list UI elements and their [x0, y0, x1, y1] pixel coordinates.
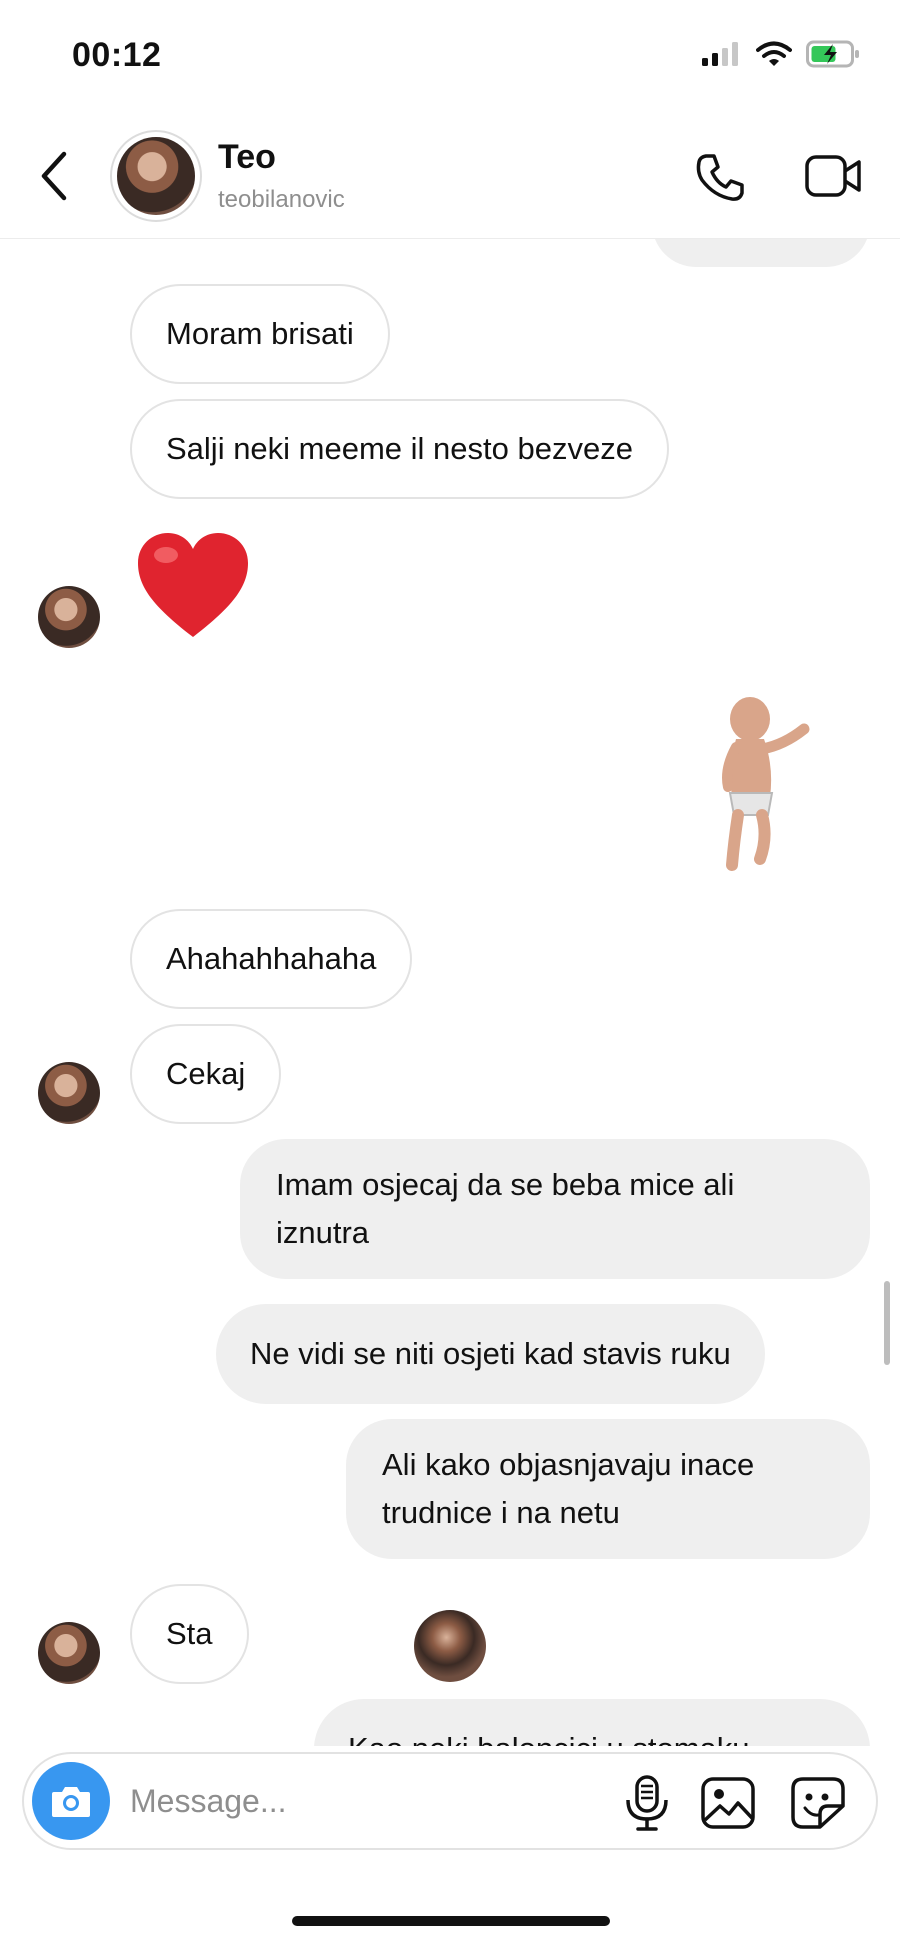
message-bubble[interactable]: Ahahahhahaha	[130, 909, 413, 1009]
wifi-icon	[756, 41, 792, 66]
signal-icon	[702, 42, 738, 66]
dancing-baby-sticker[interactable]	[706, 689, 818, 875]
contact-username[interactable]: teobilanovic	[218, 186, 345, 214]
avatar-image	[117, 137, 195, 215]
contact-name[interactable]: Teo	[218, 138, 276, 177]
sender-avatar[interactable]	[38, 1622, 100, 1684]
status-icons	[702, 40, 860, 68]
message-bubble[interactable]: Imam osjecaj da se beba mice ali iznutra	[240, 1139, 870, 1279]
message-bubble[interactable]: Cekaj	[130, 1024, 282, 1124]
video-camera-icon[interactable]	[804, 152, 864, 200]
message-bubble[interactable]: Ali kako objasnjavaju inace trudnice i n…	[346, 1419, 870, 1559]
status-time: 00:12	[72, 36, 162, 74]
phone-icon[interactable]	[692, 150, 748, 206]
sender-avatar[interactable]	[38, 586, 100, 648]
header-avatar[interactable]	[110, 130, 202, 222]
camera-icon	[52, 1787, 90, 1817]
message-composer	[22, 1752, 878, 1850]
battery-charging-icon	[806, 40, 859, 68]
camera-button[interactable]	[32, 1762, 110, 1840]
message-bubble[interactable]: Salji neki meeme il nesto bezveze	[130, 399, 669, 499]
sender-avatar[interactable]	[38, 1062, 100, 1124]
gallery-icon[interactable]	[700, 1776, 756, 1830]
microphone-icon[interactable]	[622, 1774, 672, 1832]
chat-header: Teo teobilanovic	[0, 110, 900, 239]
message-bubble[interactable]: Kao neki baloncici u stomaku	[314, 1699, 870, 1746]
message-bubble[interactable]: Sta	[130, 1584, 249, 1684]
back-arrow-icon[interactable]	[36, 148, 76, 204]
message-bubble[interactable]: Ne vidi se niti osjeti kad stavis ruku	[216, 1304, 765, 1404]
message-bubble[interactable]: Moram brisati	[130, 284, 390, 384]
home-indicator[interactable]	[292, 1916, 610, 1926]
message-input[interactable]	[130, 1778, 490, 1824]
seen-indicator-avatar	[410, 1605, 490, 1698]
message-list[interactable]: Moram brisati Salji neki meeme il nesto …	[0, 239, 900, 1746]
message-bubble-partial	[652, 239, 870, 267]
heart-icon[interactable]	[134, 529, 252, 641]
sticker-icon[interactable]	[790, 1776, 846, 1830]
scrollbar[interactable]	[884, 1281, 890, 1365]
status-bar: 00:12	[0, 0, 900, 110]
